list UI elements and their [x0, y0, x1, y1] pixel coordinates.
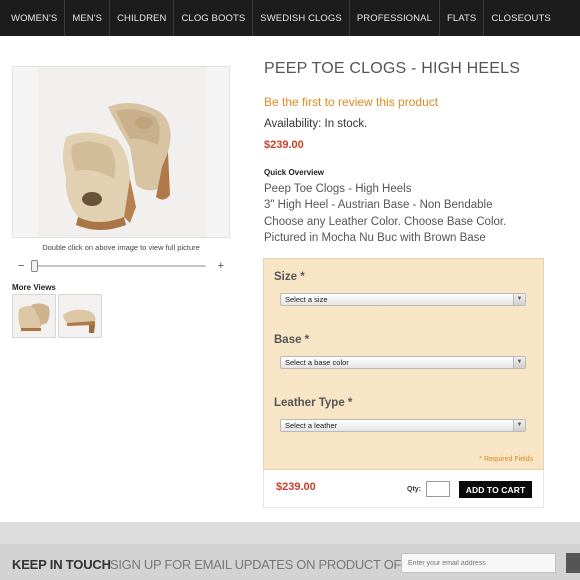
- base-select[interactable]: Select a base color ▼: [280, 356, 526, 369]
- product-price: $239.00: [264, 139, 304, 151]
- thumbnail-1[interactable]: [12, 294, 56, 338]
- nav-item-mens[interactable]: MEN'S: [65, 0, 111, 36]
- qty-input[interactable]: [426, 481, 450, 497]
- zoom-plus-icon[interactable]: +: [218, 259, 224, 273]
- keep-in-touch-title: KEEP IN TOUCH: [12, 557, 111, 572]
- add-to-cart-row: $239.00 Qty: ADD TO CART: [263, 470, 544, 508]
- more-views-title: More Views: [12, 283, 56, 292]
- image-caption: Double click on above image to view full…: [42, 243, 200, 252]
- nav-item-clog-boots[interactable]: CLOG BOOTS: [174, 0, 254, 36]
- zoom-slider[interactable]: − +: [16, 258, 226, 274]
- cart-price: $239.00: [276, 481, 316, 493]
- availability-status: Availability: In stock.: [264, 118, 368, 130]
- dropdown-arrow-icon: ▼: [513, 420, 525, 431]
- zoom-handle[interactable]: [31, 260, 38, 272]
- qty-label: Qty:: [407, 486, 421, 493]
- nav-item-swedish-clogs[interactable]: SWEDISH CLOGS: [253, 0, 350, 36]
- product-photo[interactable]: [38, 67, 206, 237]
- base-label: Base *: [274, 334, 310, 346]
- thumbnail-2[interactable]: [58, 294, 102, 338]
- size-select-value: Select a size: [285, 295, 328, 304]
- newsletter-email-input[interactable]: [401, 553, 556, 573]
- description-line: Peep Toe Clogs - High Heels: [264, 183, 412, 195]
- description-line: 3" High Heel - Austrian Base - Non Benda…: [264, 199, 493, 212]
- product-options: Size * Select a size ▼ Base * Select a b…: [263, 258, 544, 470]
- footer-band: [0, 522, 580, 544]
- top-nav: WOMEN'S MEN'S CHILDREN CLOG BOOTS SWEDIS…: [0, 0, 580, 36]
- required-fields-note: * Required Fields: [479, 456, 533, 463]
- footer: KEEP IN TOUCH SIGN UP FOR EMAIL UPDATES …: [0, 522, 580, 580]
- main-product-image[interactable]: [12, 66, 230, 238]
- newsletter-signup-text: SIGN UP FOR EMAIL UPDATES ON PRODUCT OFF…: [110, 557, 435, 572]
- nav-item-closeouts[interactable]: CLOSEOUTS: [484, 0, 558, 36]
- quick-overview-title: Quick Overview: [264, 168, 325, 177]
- zoom-track[interactable]: [34, 265, 206, 267]
- product-title: PEEP TOE CLOGS - HIGH HEELS: [264, 60, 521, 77]
- leather-type-label: Leather Type *: [274, 397, 353, 409]
- size-select[interactable]: Select a size ▼: [280, 293, 526, 306]
- leather-select-value: Select a leather: [285, 421, 338, 430]
- add-to-cart-button[interactable]: ADD TO CART: [459, 481, 532, 498]
- size-label: Size *: [274, 271, 305, 283]
- zoom-minus-icon[interactable]: −: [18, 259, 24, 273]
- nav-item-professional[interactable]: PROFESSIONAL: [350, 0, 440, 36]
- dropdown-arrow-icon: ▼: [513, 294, 525, 305]
- nav-item-children[interactable]: CHILDREN: [110, 0, 175, 36]
- nav-item-womens[interactable]: WOMEN'S: [0, 0, 66, 36]
- thumbnail-1-image: [13, 295, 55, 337]
- product-description: Peep Toe Clogs - High Heels 3" High Heel…: [264, 181, 564, 246]
- base-select-value: Select a base color: [285, 358, 349, 367]
- review-link[interactable]: Be the first to review this product: [264, 95, 438, 109]
- thumbnail-2-image: [59, 295, 101, 337]
- description-line: Choose any Leather Color. Choose Base Co…: [264, 215, 507, 228]
- clog-illustration: [38, 67, 206, 237]
- nav-item-flats[interactable]: FLATS: [440, 0, 485, 36]
- newsletter-submit-button[interactable]: [566, 553, 580, 573]
- dropdown-arrow-icon: ▼: [513, 357, 525, 368]
- description-line: Pictured in Mocha Nu Buc with Brown Base: [264, 231, 486, 244]
- leather-select[interactable]: Select a leather ▼: [280, 419, 526, 432]
